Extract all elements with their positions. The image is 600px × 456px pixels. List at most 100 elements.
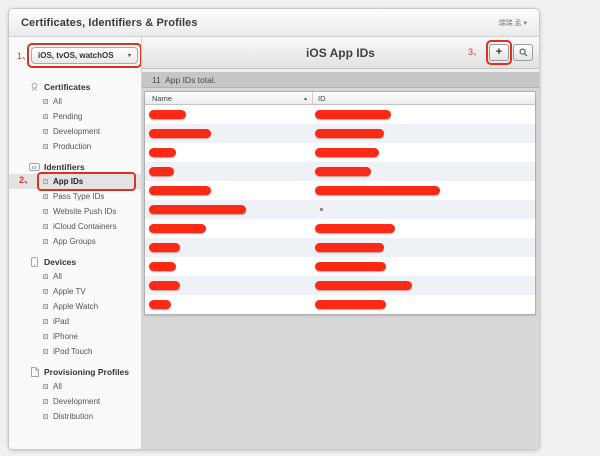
cell-name bbox=[145, 243, 313, 252]
sidebar-section-devices: Devices All Apple TV Apple Watch iPad iPhone i… bbox=[9, 254, 141, 359]
page-title: Certificates, Identifiers & Profiles bbox=[21, 16, 198, 29]
search-icon bbox=[518, 48, 529, 57]
sidebar-item-development[interactable]: Development bbox=[9, 394, 141, 409]
redaction-bar-name bbox=[149, 243, 180, 252]
cell-id bbox=[313, 300, 535, 309]
table-row[interactable] bbox=[145, 219, 535, 238]
plus-icon: + bbox=[495, 46, 503, 58]
bullet-icon bbox=[43, 274, 48, 279]
table-row[interactable] bbox=[145, 257, 535, 276]
sidebar: 1、 iOS, tvOS, watchOS ▾ Certificates All P… bbox=[9, 37, 142, 449]
sidebar-item-label: iPad bbox=[53, 317, 70, 326]
sidebar-item-label: Distribution bbox=[53, 412, 94, 421]
sidebar-item-label: Development bbox=[53, 397, 101, 406]
table-row[interactable] bbox=[145, 295, 535, 314]
sidebar-section-identifiers: ID Identifiers App IDs 2、 Pass Type IDs Websi… bbox=[9, 159, 141, 249]
add-app-id-button[interactable]: + bbox=[486, 40, 512, 65]
table-row[interactable] bbox=[145, 105, 535, 124]
app-ids-table: Name ▴ ID bbox=[144, 91, 536, 315]
column-header-name[interactable]: Name ▴ bbox=[145, 92, 313, 104]
sidebar-item-label: Pass Type IDs bbox=[53, 192, 105, 201]
sidebar-item-distribution[interactable]: Distribution bbox=[9, 409, 141, 424]
sidebar-item-icloud-containers[interactable]: iCloud Containers bbox=[9, 219, 141, 234]
cell-name bbox=[145, 110, 313, 119]
cell-id bbox=[313, 167, 535, 176]
sidebar-item-label: Website Push IDs bbox=[53, 207, 117, 216]
redaction-bar-id bbox=[315, 300, 386, 309]
bullet-icon bbox=[43, 399, 48, 404]
page-background: Certificates, Identifiers & Profiles 瑞瑞 … bbox=[0, 0, 600, 456]
sidebar-item-apple-watch[interactable]: Apple Watch bbox=[9, 299, 141, 314]
document-icon bbox=[29, 366, 40, 377]
sidebar-item-app-ids[interactable]: App IDs 2、 bbox=[9, 172, 141, 191]
redaction-bar-id bbox=[315, 262, 386, 271]
portal-window: Certificates, Identifiers & Profiles 瑞瑞 … bbox=[8, 8, 540, 450]
bullet-icon bbox=[43, 99, 48, 104]
table-body bbox=[145, 105, 535, 314]
cell-name bbox=[145, 167, 313, 176]
device-icon bbox=[29, 256, 40, 267]
cell-name bbox=[145, 186, 313, 195]
sidebar-section-label: Identifiers bbox=[44, 161, 85, 172]
redaction-bar-name bbox=[149, 262, 176, 271]
table-header-row: Name ▴ ID bbox=[145, 92, 535, 105]
sidebar-item-all[interactable]: All bbox=[9, 94, 141, 109]
redaction-bar-name bbox=[149, 300, 171, 309]
redaction-bar-id bbox=[315, 167, 371, 176]
cell-id bbox=[313, 224, 535, 233]
user-account-menu[interactable]: 瑞瑞 孟 ▾ bbox=[499, 18, 527, 28]
table-row[interactable] bbox=[145, 200, 535, 219]
main-header: iOS App IDs 3、 + bbox=[142, 37, 539, 69]
sidebar-section-provisioning-profiles: Provisioning Profiles All Development Distr… bbox=[9, 364, 141, 424]
sidebar-item-all[interactable]: All bbox=[9, 269, 141, 284]
main-pane-title: iOS App IDs bbox=[306, 45, 375, 60]
sidebar-item-ipad[interactable]: iPad bbox=[9, 314, 141, 329]
platform-dropdown[interactable]: iOS, tvOS, watchOS ▾ bbox=[27, 43, 141, 68]
bullet-icon bbox=[43, 414, 48, 419]
sidebar-item-website-push-ids[interactable]: Website Push IDs bbox=[9, 204, 141, 219]
redaction-bar-id bbox=[315, 148, 379, 157]
table-row[interactable] bbox=[145, 124, 535, 143]
toolbar: 3、 + bbox=[468, 37, 533, 68]
redaction-bar-id bbox=[315, 243, 384, 252]
table-row[interactable] bbox=[145, 181, 535, 200]
sidebar-item-production[interactable]: Production bbox=[9, 139, 141, 154]
sidebar-item-label: App IDs bbox=[53, 177, 84, 186]
table-row[interactable] bbox=[145, 162, 535, 181]
redaction-bar-id bbox=[315, 186, 440, 195]
redaction-bar-id bbox=[315, 224, 395, 233]
window-header: Certificates, Identifiers & Profiles 瑞瑞 … bbox=[9, 9, 539, 37]
cell-id bbox=[313, 186, 535, 195]
sidebar-item-pending[interactable]: Pending bbox=[9, 109, 141, 124]
sidebar-item-pass-type-ids[interactable]: Pass Type IDs bbox=[9, 189, 141, 204]
sidebar-section-header-devices: Devices bbox=[9, 254, 141, 269]
sidebar-item-all[interactable]: All bbox=[9, 379, 141, 394]
cell-name bbox=[145, 148, 313, 157]
table-row[interactable] bbox=[145, 276, 535, 295]
sidebar-item-app-groups[interactable]: App Groups bbox=[9, 234, 141, 249]
table-row[interactable] bbox=[145, 238, 535, 257]
sidebar-item-iphone[interactable]: iPhone bbox=[9, 329, 141, 344]
bullet-icon bbox=[43, 179, 48, 184]
sidebar-item-development[interactable]: Development bbox=[9, 124, 141, 139]
window-body: 1、 iOS, tvOS, watchOS ▾ Certificates All P… bbox=[9, 37, 539, 449]
sidebar-section-label: Certificates bbox=[44, 81, 91, 92]
main-pane: iOS App IDs 3、 + 11 App IDs total. Name … bbox=[142, 37, 539, 449]
sidebar-section-certificates: Certificates All Pending Development Product… bbox=[9, 79, 141, 154]
sidebar-item-apple-tv[interactable]: Apple TV bbox=[9, 284, 141, 299]
bullet-icon bbox=[43, 349, 48, 354]
search-button[interactable] bbox=[513, 44, 533, 61]
sidebar-item-ipod-touch[interactable]: iPod Touch bbox=[9, 344, 141, 359]
sidebar-item-label: App Groups bbox=[53, 237, 96, 246]
redaction-bar-id bbox=[315, 110, 391, 119]
table-row[interactable] bbox=[145, 143, 535, 162]
sidebar-section-label: Devices bbox=[44, 256, 77, 267]
cell-id bbox=[313, 281, 535, 290]
annotation-3-label: 3、 bbox=[467, 47, 482, 57]
cell-name bbox=[145, 262, 313, 271]
platform-dropdown-row: 1、 iOS, tvOS, watchOS ▾ bbox=[9, 37, 141, 73]
column-header-id[interactable]: ID bbox=[313, 92, 535, 104]
sidebar-item-label: Pending bbox=[53, 112, 83, 121]
sidebar-section-header-certificates: Certificates bbox=[9, 79, 141, 94]
sidebar-section-label: Provisioning Profiles bbox=[44, 366, 130, 377]
